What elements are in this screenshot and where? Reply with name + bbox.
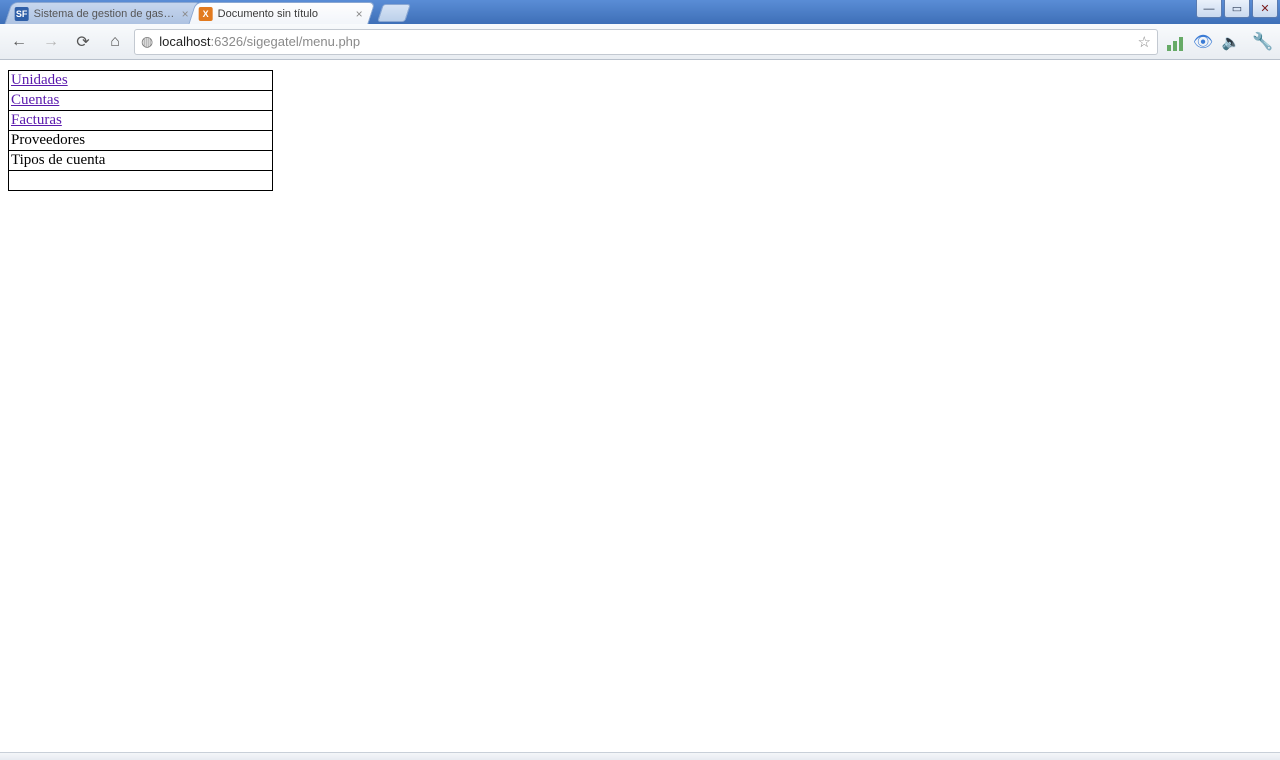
table-row: Facturas bbox=[9, 111, 273, 131]
titlebar: SF Sistema de gestion de gastos × X Docu… bbox=[0, 0, 1280, 24]
table-row: Unidades bbox=[9, 71, 273, 91]
eye-extension-icon[interactable]: 👁 bbox=[1194, 33, 1212, 51]
toolbar: ← → ⟳ ⌂ ◍ localhost:6326/sigegatel/menu.… bbox=[0, 24, 1280, 60]
sound-extension-icon[interactable]: 🔈 bbox=[1222, 33, 1240, 51]
close-button[interactable]: ✕ bbox=[1252, 0, 1278, 18]
new-tab-button[interactable] bbox=[377, 4, 411, 22]
back-button[interactable]: ← bbox=[6, 29, 32, 55]
menu-link-facturas[interactable]: Facturas bbox=[11, 112, 62, 128]
home-button[interactable]: ⌂ bbox=[102, 29, 128, 55]
table-row: Tipos de cuenta bbox=[9, 151, 273, 171]
status-bar bbox=[0, 752, 1280, 760]
table-row: Cuentas bbox=[9, 91, 273, 111]
tab-close-icon[interactable]: × bbox=[182, 7, 189, 21]
url-text: localhost:6326/sigegatel/menu.php bbox=[159, 34, 1131, 49]
page-viewport: Unidades Cuentas Facturas Proveedores Ti… bbox=[0, 60, 1280, 752]
maximize-button[interactable]: ▭ bbox=[1224, 0, 1250, 18]
favicon-icon: SF bbox=[15, 7, 29, 21]
menu-item-proveedores: Proveedores bbox=[9, 131, 273, 151]
favicon-icon: X bbox=[199, 7, 213, 21]
signal-bars-icon[interactable] bbox=[1166, 33, 1184, 51]
table-row: Proveedores bbox=[9, 131, 273, 151]
reload-button[interactable]: ⟳ bbox=[70, 29, 96, 55]
bookmark-star-icon[interactable]: ☆ bbox=[1138, 33, 1151, 51]
browser-window: SF Sistema de gestion de gastos × X Docu… bbox=[0, 0, 1280, 760]
menu-table: Unidades Cuentas Facturas Proveedores Ti… bbox=[8, 70, 273, 191]
window-controls: — ▭ ✕ bbox=[1196, 0, 1278, 18]
tab-sistema-gestion[interactable]: SF Sistema de gestion de gastos × bbox=[4, 2, 201, 24]
site-info-icon[interactable]: ◍ bbox=[141, 33, 153, 50]
tab-documento-sin-titulo[interactable]: X Documento sin título × bbox=[188, 2, 375, 24]
address-bar[interactable]: ◍ localhost:6326/sigegatel/menu.php ☆ bbox=[134, 29, 1158, 55]
menu-item-empty bbox=[9, 171, 273, 191]
url-path: :6326/sigegatel/menu.php bbox=[211, 34, 361, 49]
tab-title: Sistema de gestion de gastos bbox=[34, 8, 176, 20]
tab-strip: SF Sistema de gestion de gastos × X Docu… bbox=[8, 0, 408, 24]
extension-icons: 👁 🔈 bbox=[1164, 33, 1246, 51]
table-row bbox=[9, 171, 273, 191]
minimize-button[interactable]: — bbox=[1196, 0, 1222, 18]
forward-button[interactable]: → bbox=[38, 29, 64, 55]
tab-close-icon[interactable]: × bbox=[356, 7, 363, 21]
tab-title: Documento sin título bbox=[218, 8, 350, 20]
menu-link-unidades[interactable]: Unidades bbox=[11, 72, 68, 88]
menu-link-cuentas[interactable]: Cuentas bbox=[11, 92, 59, 108]
wrench-menu-icon[interactable]: 🔧 bbox=[1252, 31, 1274, 53]
url-host: localhost bbox=[159, 34, 210, 49]
menu-item-tipos-cuenta: Tipos de cuenta bbox=[9, 151, 273, 171]
